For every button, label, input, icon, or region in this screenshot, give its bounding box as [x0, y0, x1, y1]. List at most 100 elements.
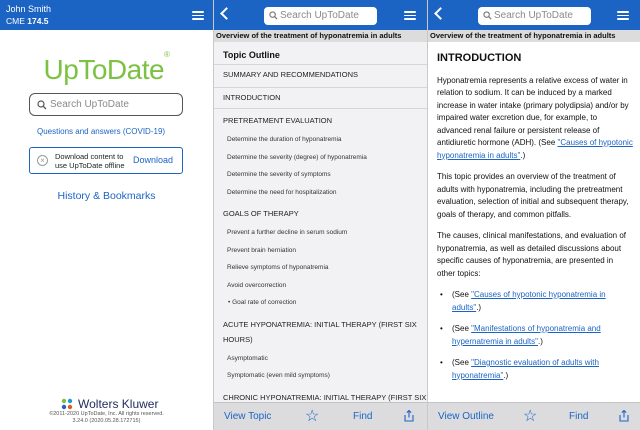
home-panel: John Smith CME 174.5 UpToDate® Search Up… — [0, 0, 213, 430]
related-topic-link[interactable]: "Diagnostic evaluation of adults with hy… — [452, 358, 599, 380]
company-name: Wolters Kluwer — [78, 397, 159, 411]
outline-label: Prevent brain herniation — [227, 246, 297, 254]
article-panel: Search UpToDate Overview of the treatmen… — [428, 0, 640, 430]
outline-subsection[interactable]: Relieve symptoms of hyponatremia — [227, 264, 427, 271]
outline-label: Determine the severity of symptoms — [227, 171, 331, 178]
back-icon[interactable] — [434, 7, 447, 20]
article-body: INTRODUCTION Hyponatremia represents a r… — [437, 52, 633, 398]
outline-separator — [214, 108, 427, 109]
outline-label: ACUTE HYPONATREMIA: INITIAL THERAPY (FIR… — [223, 319, 417, 329]
offline-download-banner: × Download content to use UpToDate offli… — [29, 147, 183, 174]
bullet-suffix: .) — [503, 370, 509, 380]
search-input[interactable]: Search UpToDate — [264, 7, 377, 25]
section-heading: INTRODUCTION — [437, 52, 522, 64]
outline-subsection[interactable]: Asymptomatic — [227, 355, 427, 362]
copyright-notice: ©2011-2020 UpToDate, Inc. All rights res… — [0, 411, 213, 425]
outline-subsection[interactable]: Determine the duration of hyponatremia — [227, 136, 427, 143]
outline-section[interactable]: PRETREATMENT EVALUATION — [223, 116, 427, 125]
bottom-toolbar: View Outline ☆ Find — [428, 402, 640, 430]
bullet-prefix: (See — [452, 358, 472, 367]
logo-mark: ® — [164, 49, 170, 59]
related-topics-list: (See "Causes of hypotonic hyponatremia i… — [437, 289, 633, 382]
copyright-text: ©2011-2020 UpToDate, Inc. All rights res… — [49, 411, 164, 417]
outline-subsection[interactable]: Symptomatic (even mild symptoms) — [227, 372, 427, 379]
cme-credits[interactable]: CME 174.5 — [6, 16, 49, 26]
bullet-suffix: .) — [538, 336, 543, 346]
outline-label: Relieve symptoms of hyponatremia — [227, 264, 329, 271]
outline-subsection[interactable]: Determine the need for hospitalization — [227, 189, 427, 196]
outline-subsection[interactable]: Determine the severity (degree) of hypon… — [227, 154, 427, 161]
menu-icon[interactable] — [192, 11, 204, 20]
outline-section[interactable]: ACUTE HYPONATREMIA: INITIAL THERAPY (FIR… — [223, 320, 427, 329]
outline-separator — [214, 87, 427, 88]
history-bookmarks-link[interactable]: History & Bookmarks — [0, 190, 213, 202]
wolters-kluwer-logo-icon — [61, 398, 73, 410]
view-topic-button[interactable]: View Topic — [224, 411, 271, 422]
outline-label: Prevent a further decline in serum sodiu… — [227, 229, 348, 236]
outline-label: PRETREATMENT EVALUATION — [223, 116, 333, 125]
cme-value: 174.5 — [27, 16, 49, 26]
outline-label: Avoid overcorrection — [227, 281, 287, 289]
download-description: Download content to use UpToDate offline — [55, 152, 125, 170]
user-name[interactable]: John Smith — [6, 4, 51, 14]
outline-heading: Topic Outline — [223, 50, 280, 60]
menu-icon[interactable] — [617, 11, 629, 20]
logo-text: UpToDate — [43, 54, 165, 85]
overview-paragraph: This topic provides an overview of the t… — [437, 172, 629, 219]
outline-subsection[interactable]: Determine the severity of symptoms — [227, 171, 427, 178]
version-text: 3.24.0 (2020.05.28.172715) — [72, 418, 141, 424]
cme-label: CME — [6, 16, 25, 26]
covid-qa-link[interactable]: Questions and answers (COVID-19) — [37, 127, 165, 136]
outline-section[interactable]: SUMMARY AND RECOMMENDATIONS — [223, 70, 427, 79]
outline-label: Determine the need for hospitalization — [227, 188, 337, 196]
outline-label: INTRODUCTION — [223, 93, 281, 102]
outline-subsection[interactable]: • Goal rate of correction — [228, 299, 427, 306]
topic-title: Overview of the treatment of hyponatremi… — [428, 30, 640, 42]
search-icon — [483, 11, 492, 20]
list-item: (See "Manifestations of hyponatremia and… — [437, 323, 633, 348]
topic-outline: Topic Outline SUMMARY AND RECOMMENDATION… — [214, 42, 427, 402]
close-icon[interactable]: × — [37, 155, 48, 166]
menu-icon[interactable] — [404, 11, 416, 20]
intro-end: .) — [520, 150, 526, 160]
outline-subsection[interactable]: Prevent a further decline in serum sodiu… — [227, 229, 427, 236]
download-button[interactable]: Download — [133, 155, 173, 165]
share-icon[interactable] — [619, 410, 629, 422]
outline-section-continued[interactable]: HOURS) — [223, 335, 427, 344]
find-button[interactable]: Find — [569, 411, 588, 422]
back-icon[interactable] — [220, 7, 233, 20]
outline-separator — [214, 64, 427, 65]
topic-header: Search UpToDate — [428, 0, 640, 30]
search-input[interactable]: Search UpToDate — [29, 93, 183, 116]
outline-section[interactable]: INTRODUCTION — [223, 93, 427, 102]
outline-label: Asymptomatic — [227, 354, 268, 362]
search-input[interactable]: Search UpToDate — [478, 7, 591, 25]
search-icon — [269, 11, 278, 20]
bullet-prefix: (See — [452, 324, 472, 333]
outline-label: Goal rate of correction — [232, 299, 297, 306]
bullet-suffix: .) — [476, 302, 482, 312]
outline-subsection[interactable]: Prevent brain herniation — [227, 247, 427, 254]
search-placeholder: Search UpToDate — [280, 10, 359, 21]
list-item: (See "Causes of hypotonic hyponatremia i… — [437, 289, 633, 314]
search-icon — [37, 100, 47, 110]
find-button[interactable]: Find — [353, 411, 372, 422]
outline-section[interactable]: CHRONIC HYPONATREMIA: INITIAL THERAPY (F… — [223, 393, 427, 402]
star-icon[interactable]: ☆ — [305, 406, 319, 426]
view-outline-button[interactable]: View Outline — [438, 411, 494, 422]
outline-section[interactable]: GOALS OF THERAPY — [223, 209, 427, 218]
outline-label: Determine the duration of hyponatremia — [227, 136, 342, 143]
outline-subsection[interactable]: Avoid overcorrection — [227, 282, 427, 289]
intro-paragraph: Hyponatremia represents a relative exces… — [437, 75, 633, 163]
list-item: (See "Diagnostic evaluation of adults wi… — [437, 357, 633, 382]
bullet-prefix: (See — [452, 290, 472, 299]
share-icon[interactable] — [404, 410, 414, 422]
outline-label: Determine the severity (degree) of hypon… — [227, 153, 367, 161]
bottom-toolbar: View Topic ☆ Find — [214, 402, 427, 430]
topic-header: Search UpToDate — [214, 0, 427, 30]
outline-label: SUMMARY AND RECOMMENDATIONS — [223, 70, 359, 79]
related-paragraph: The causes, clinical manifestations, and… — [437, 231, 626, 278]
star-icon[interactable]: ☆ — [523, 406, 537, 426]
related-topic-link[interactable]: "Manifestations of hyponatremia and hype… — [452, 324, 601, 346]
outline-panel: Search UpToDate Overview of the treatmen… — [214, 0, 427, 430]
